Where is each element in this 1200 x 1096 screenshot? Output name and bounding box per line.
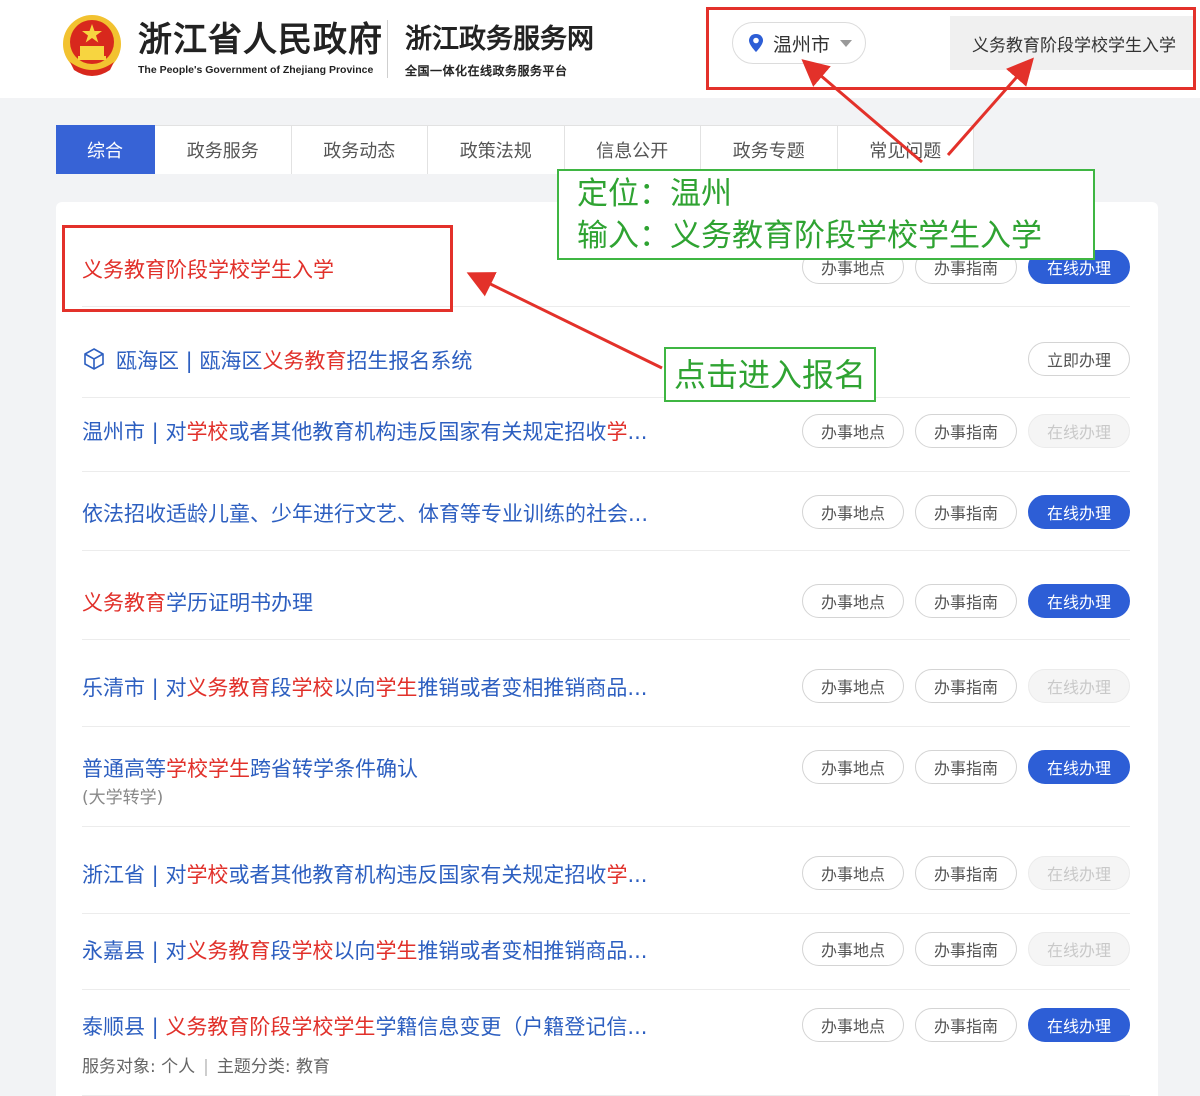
place-button[interactable]: 办事地点 <box>802 856 904 890</box>
online-button[interactable]: 在线办理 <box>1028 1008 1130 1042</box>
online-button-disabled: 在线办理 <box>1028 414 1130 448</box>
tab-info-disclosure[interactable]: 信息公开 <box>564 125 701 174</box>
annotation-note-line-2: 输入：义务教育阶段学校学生入学 <box>577 218 1042 254</box>
online-button-disabled: 在线办理 <box>1028 669 1130 703</box>
result-title-link[interactable]: 乐清市 | 对义务教育段学校以向学生推销或者变相推销商品... <box>82 672 647 702</box>
guide-button[interactable]: 办事指南 <box>915 495 1017 529</box>
place-button[interactable]: 办事地点 <box>802 932 904 966</box>
tab-policies[interactable]: 政策法规 <box>428 125 565 174</box>
national-emblem-icon <box>63 15 121 76</box>
results-list: 义务教育阶段学校学生入学 办事地点 办事指南 在线办理 瓯海区 | 瓯海区义务教… <box>56 202 1158 1096</box>
annotation-note-search: 定位：温州 输入：义务教育阶段学校学生入学 <box>557 169 1095 260</box>
guide-button[interactable]: 办事指南 <box>915 1008 1017 1042</box>
result-title-link[interactable]: 义务教育学历证明书办理 <box>82 587 313 617</box>
tab-gov-news[interactable]: 政务动态 <box>291 125 428 174</box>
brand-divider <box>387 20 388 78</box>
guide-button[interactable]: 办事指南 <box>915 750 1017 784</box>
result-title-link[interactable]: 浙江省 | 对学校或者其他教育机构违反国家有关规定招收学... <box>82 859 647 889</box>
result-row: 普通高等学校学生跨省转学条件确认 (大学转学) 办事地点 办事指南 在线办理 <box>82 727 1130 827</box>
apply-now-button[interactable]: 立即办理 <box>1028 342 1130 376</box>
result-title-link[interactable]: 永嘉县 | 对义务教育段学校以向学生推销或者变相推销商品... <box>82 935 647 965</box>
result-row: 浙江省 | 对学校或者其他教育机构违反国家有关规定招收学... 办事地点 办事指… <box>82 827 1130 914</box>
guide-button[interactable]: 办事指南 <box>915 584 1017 618</box>
result-row: 依法招收适龄儿童、少年进行文艺、体育等专业训练的社会... 办事地点 办事指南 … <box>82 472 1130 551</box>
result-subtitle: (大学转学) <box>82 788 164 808</box>
result-title-link[interactable]: 依法招收适龄儿童、少年进行文艺、体育等专业训练的社会... <box>82 498 648 528</box>
gov-subtitle: The People's Government of Zhejiang Prov… <box>138 64 374 76</box>
result-title-link[interactable]: 瓯海区 | 瓯海区义务教育招生报名系统 <box>82 345 472 375</box>
guide-button[interactable]: 办事指南 <box>915 932 1017 966</box>
result-meta: 服务对象: 个人 | 主题分类: 教育 <box>82 1057 331 1077</box>
portal-title: 浙江政务服务网 <box>405 24 594 55</box>
place-button[interactable]: 办事地点 <box>802 495 904 529</box>
place-button[interactable]: 办事地点 <box>802 750 904 784</box>
annotation-highlight-search <box>706 7 1196 90</box>
result-row: 泰顺县 | 义务教育阶段学校学生学籍信息变更（户籍登记信... 服务对象: 个人… <box>82 990 1130 1096</box>
place-button[interactable]: 办事地点 <box>802 1008 904 1042</box>
portal-brand[interactable]: 浙江政务服务网 全国一体化在线政务服务平台 <box>405 22 594 79</box>
place-button[interactable]: 办事地点 <box>802 414 904 448</box>
category-tabs: 综合 政务服务 政务动态 政策法规 信息公开 政务专题 常见问题 <box>56 125 974 174</box>
result-row: 永嘉县 | 对义务教育段学校以向学生推销或者变相推销商品... 办事地点 办事指… <box>82 914 1130 990</box>
annotation-highlight-result <box>62 225 453 312</box>
result-row: 乐清市 | 对义务教育段学校以向学生推销或者变相推销商品... 办事地点 办事指… <box>82 640 1130 727</box>
annotation-note-click: 点击进入报名 <box>664 347 876 402</box>
annotation-note-line-1: 定位：温州 <box>577 176 732 212</box>
result-title-link[interactable]: 普通高等学校学生跨省转学条件确认 <box>82 753 418 783</box>
online-button-disabled: 在线办理 <box>1028 856 1130 890</box>
guide-button[interactable]: 办事指南 <box>915 856 1017 890</box>
gov-title: 浙江省人民政府 <box>138 20 383 60</box>
portal-subtitle: 全国一体化在线政务服务平台 <box>405 64 568 78</box>
online-button[interactable]: 在线办理 <box>1028 750 1130 784</box>
result-title-link[interactable]: 温州市 | 对学校或者其他教育机构违反国家有关规定招收学... <box>82 416 647 446</box>
online-button[interactable]: 在线办理 <box>1028 584 1130 618</box>
place-button[interactable]: 办事地点 <box>802 584 904 618</box>
cube-icon <box>84 348 104 370</box>
guide-button[interactable]: 办事指南 <box>915 669 1017 703</box>
result-row: 温州市 | 对学校或者其他教育机构违反国家有关规定招收学... 办事地点 办事指… <box>82 398 1130 472</box>
tab-faq[interactable]: 常见问题 <box>837 125 974 174</box>
online-button[interactable]: 在线办理 <box>1028 495 1130 529</box>
gov-brand[interactable]: 浙江省人民政府 The People's Government of Zheji… <box>138 18 383 76</box>
place-button[interactable]: 办事地点 <box>802 669 904 703</box>
result-title-link[interactable]: 泰顺县 | 义务教育阶段学校学生学籍信息变更（户籍登记信... <box>82 1011 647 1041</box>
tab-topics[interactable]: 政务专题 <box>701 125 838 174</box>
online-button-disabled: 在线办理 <box>1028 932 1130 966</box>
tab-all[interactable]: 综合 <box>56 125 155 174</box>
result-row: 瓯海区 | 瓯海区义务教育招生报名系统 立即办理 <box>82 307 1130 398</box>
result-row: 义务教育学历证明书办理 办事地点 办事指南 在线办理 <box>82 551 1130 640</box>
guide-button[interactable]: 办事指南 <box>915 414 1017 448</box>
tab-gov-services[interactable]: 政务服务 <box>155 125 292 174</box>
